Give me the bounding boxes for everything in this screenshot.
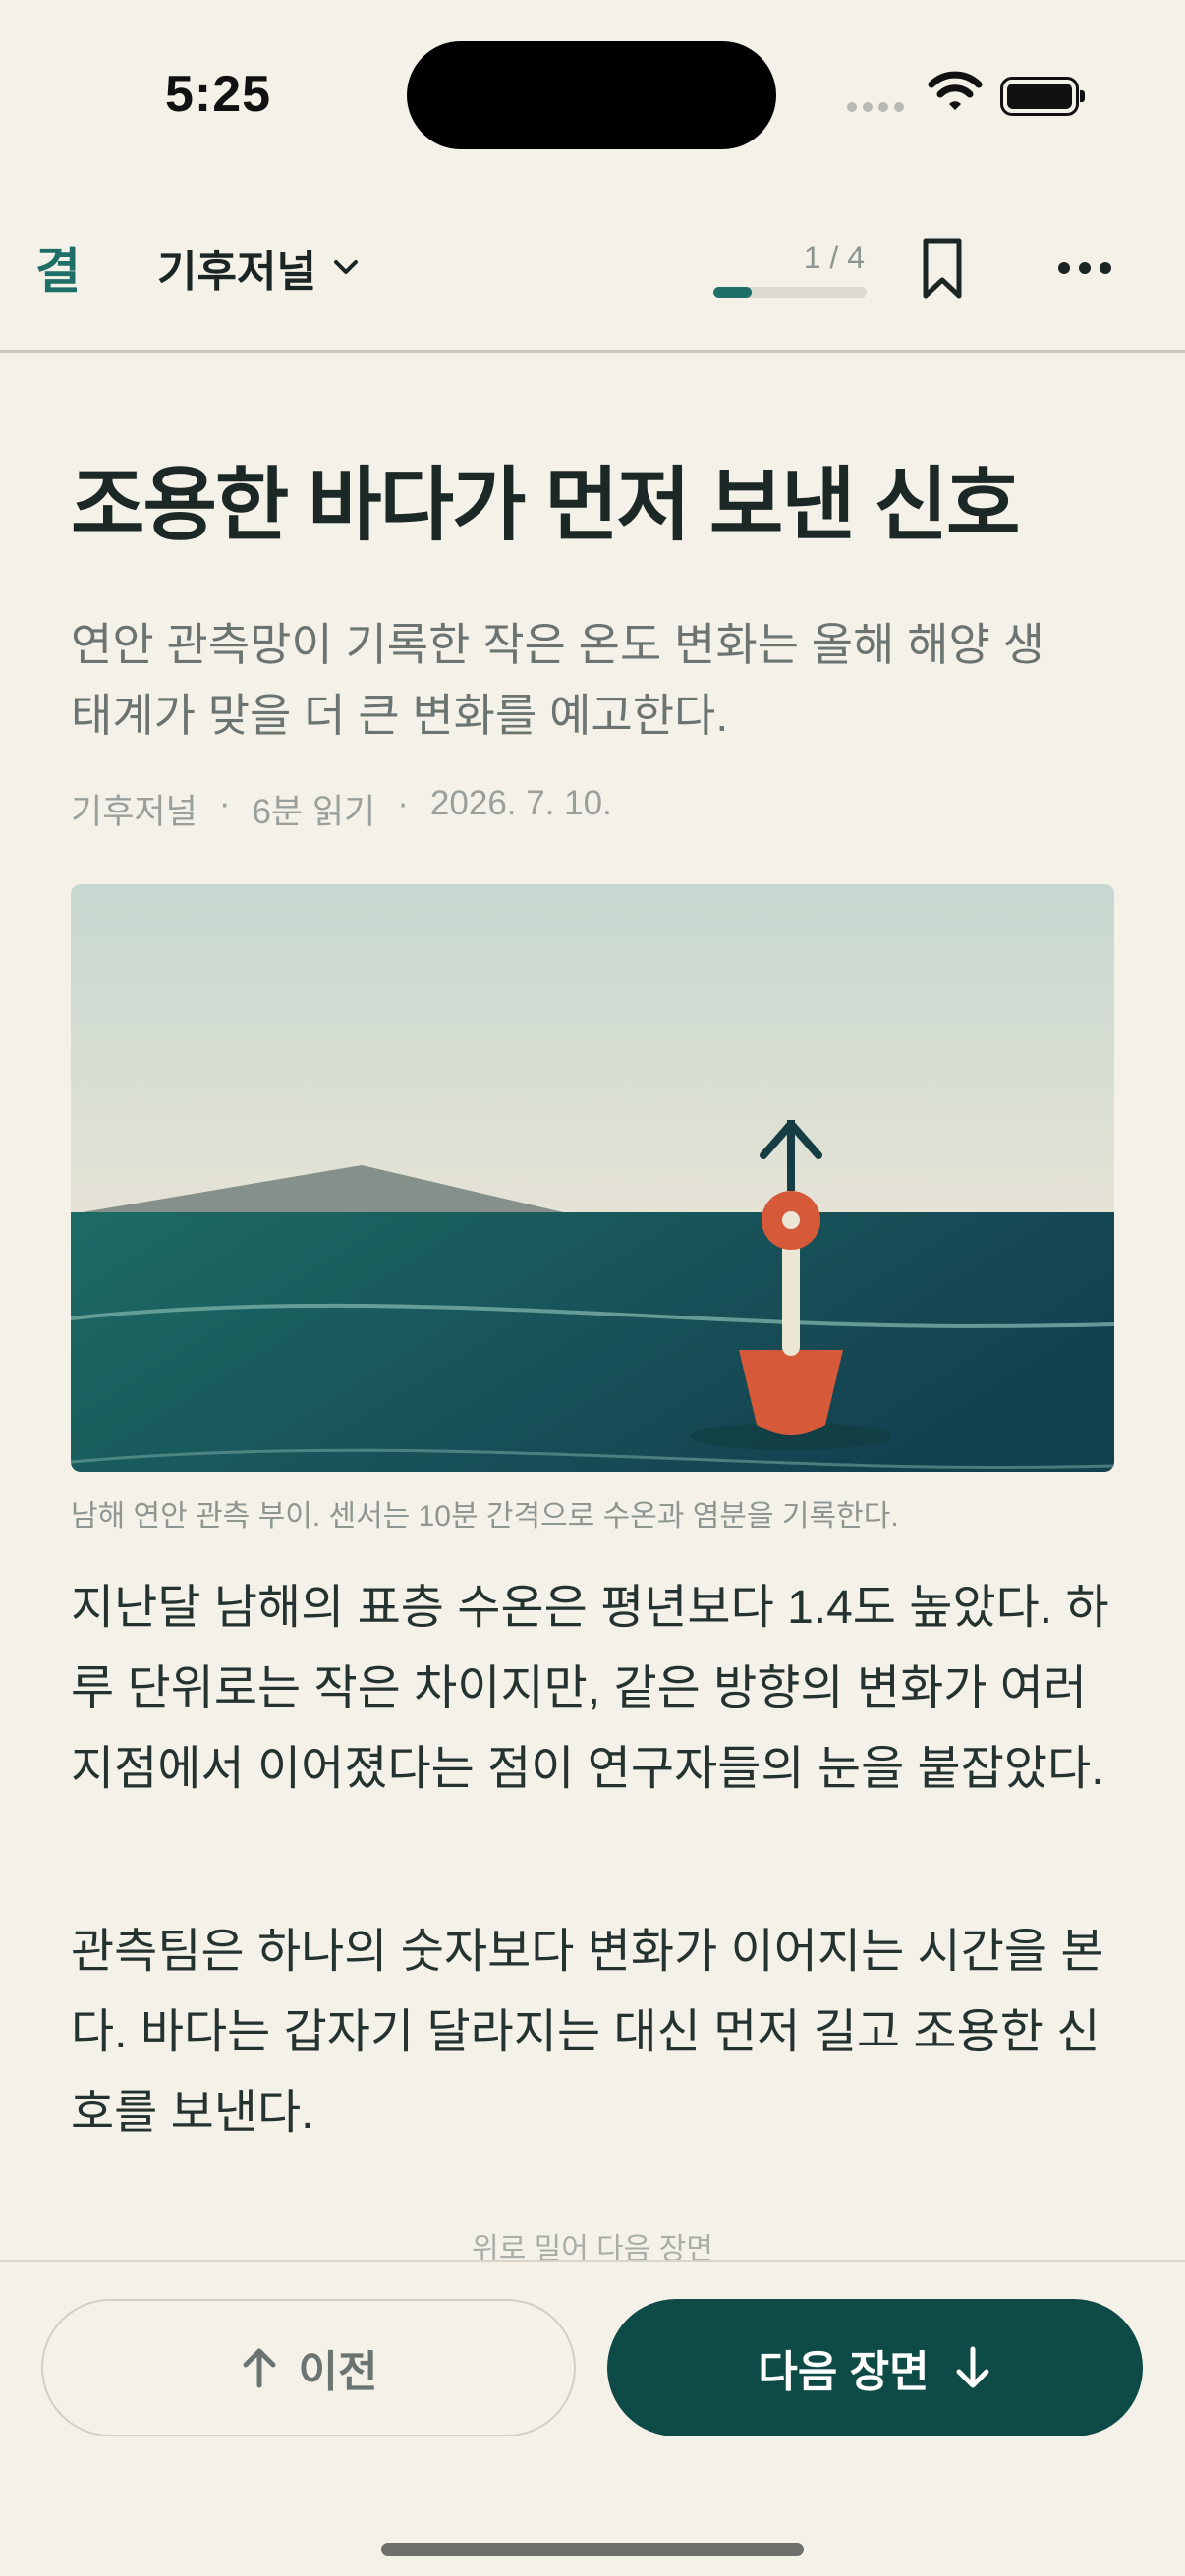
- article-meta: 기후저널 · 6분 읽기 · 2026. 7. 10.: [71, 784, 612, 834]
- arrow-down-icon: [956, 2346, 989, 2388]
- meta-date: 2026. 7. 10.: [429, 784, 612, 822]
- bookmark-icon[interactable]: [920, 236, 965, 301]
- image-caption: 남해 연안 관측 부이. 센서는 10분 간격으로 수온과 염분을 기록한다.: [71, 1500, 899, 1533]
- meta-separator: ·: [397, 784, 409, 822]
- meta-journal: 기후저널: [71, 793, 198, 831]
- next-button-label: 다음 장면: [758, 2348, 930, 2396]
- previous-button-label: 이전: [298, 2348, 378, 2396]
- article-paragraph: 지난달 남해의 표층 수온은 평년보다 1.4도 높았다. 하루 단위로는 작은…: [71, 1582, 1109, 1795]
- footer-divider: [0, 2260, 1185, 2262]
- chevron-down-icon: [333, 260, 358, 274]
- progress-bar: [713, 287, 867, 298]
- next-scene-button[interactable]: 다음 장면: [607, 2299, 1143, 2436]
- previous-button[interactable]: 이전: [41, 2299, 576, 2436]
- hero-illustration: [71, 884, 1114, 1472]
- progress-fill: [713, 287, 752, 298]
- article-paragraph: 관측팀은 하나의 숫자보다 변화가 이어지는 시간을 본다. 바다는 갑자기 달…: [71, 1926, 1104, 2139]
- meta-separator: ·: [218, 784, 231, 822]
- nav-divider: [0, 350, 1185, 353]
- more-options-icon[interactable]: [1055, 253, 1114, 283]
- app-logo[interactable]: 결: [35, 232, 81, 303]
- battery-icon: [1000, 77, 1085, 116]
- home-indicator[interactable]: [381, 2543, 804, 2556]
- journal-selector[interactable]: 기후저널: [157, 236, 360, 299]
- progress-label: 1 / 4: [803, 240, 865, 275]
- status-time: 5:25: [165, 66, 272, 123]
- meta-read-time: 6분 읽기: [252, 793, 376, 831]
- journal-name: 기후저널: [157, 248, 316, 296]
- wifi-icon: [928, 71, 983, 110]
- dynamic-island: [407, 41, 776, 149]
- article-subtitle: 연안 관측망이 기록한 작은 온도 변화는 올해 해양 생태계가 맞을 더 큰 …: [71, 619, 1044, 741]
- arrow-up-icon: [243, 2348, 276, 2388]
- article-title: 조용한 바다가 먼저 보낸 신호: [71, 461, 1020, 550]
- cellular-signal-icon: [847, 102, 904, 112]
